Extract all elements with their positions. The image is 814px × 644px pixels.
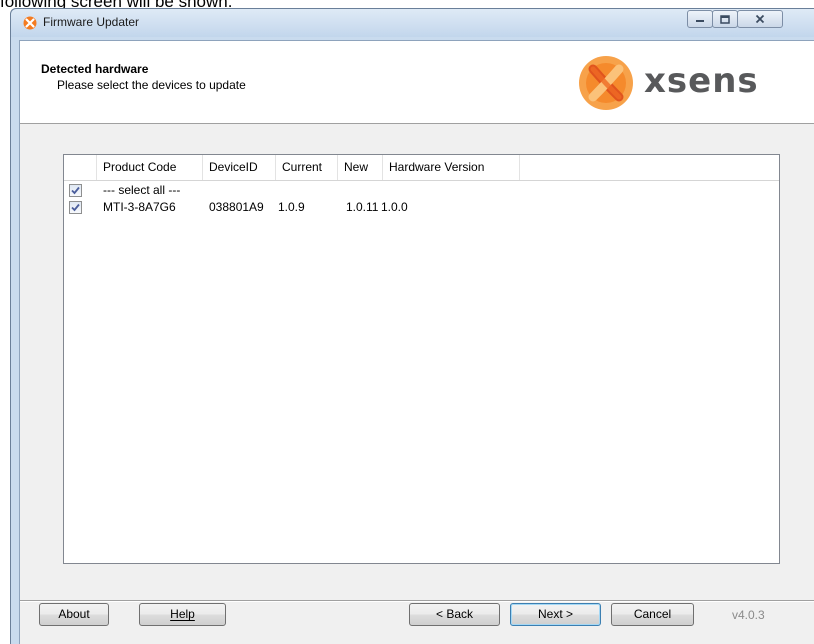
current-version-cell: 1.0.9 xyxy=(278,200,305,214)
device-id-cell: 038801A9 xyxy=(209,200,264,214)
checkmark-icon xyxy=(71,203,80,212)
wizard-header: Detected hardware Please select the devi… xyxy=(20,41,814,124)
page-subtitle: Please select the devices to update xyxy=(57,78,246,92)
checkmark-icon xyxy=(71,186,80,195)
device-list[interactable]: Product Code DeviceID Current New Hardwa… xyxy=(63,154,780,564)
new-version-cell: 1.0.11 xyxy=(346,200,379,214)
column-hardware-version[interactable]: Hardware Version xyxy=(383,155,520,180)
xsens-logo-icon xyxy=(579,56,633,110)
page-title: Detected hardware xyxy=(41,62,149,76)
xsens-logo-text: xsens xyxy=(644,61,759,101)
help-button-label: Help xyxy=(170,607,195,621)
list-item-device[interactable]: MTI-3-8A7G6 038801A9 1.0.9 1.0.11 1.0.0 xyxy=(64,199,779,215)
column-product-code[interactable]: Product Code xyxy=(97,155,203,180)
minimize-icon xyxy=(696,20,704,22)
device-checkbox[interactable] xyxy=(69,201,82,214)
minimize-button[interactable] xyxy=(687,10,713,28)
footer-divider xyxy=(20,600,814,602)
version-label: v4.0.3 xyxy=(732,608,765,622)
select-all-checkbox[interactable] xyxy=(69,184,82,197)
cancel-button[interactable]: Cancel xyxy=(611,603,694,626)
next-button[interactable]: Next > xyxy=(510,603,601,626)
maximize-icon xyxy=(720,14,730,24)
firmware-updater-window: Firmware Updater Detected hardware Pleas… xyxy=(10,8,814,644)
xsens-app-icon xyxy=(23,16,37,30)
maximize-button[interactable] xyxy=(712,10,738,28)
close-icon xyxy=(755,14,765,24)
product-code-cell: MTI-3-8A7G6 xyxy=(103,200,176,214)
close-button[interactable] xyxy=(737,10,783,28)
window-title: Firmware Updater xyxy=(43,15,140,29)
column-checkbox[interactable] xyxy=(64,155,97,180)
about-button[interactable]: About xyxy=(39,603,109,626)
help-button[interactable]: Help xyxy=(139,603,226,626)
list-item-select-all[interactable]: --- select all --- xyxy=(64,182,779,198)
wizard-body: Detected hardware Please select the devi… xyxy=(19,40,814,644)
column-new[interactable]: New xyxy=(338,155,383,180)
column-device-id[interactable]: DeviceID xyxy=(203,155,276,180)
hardware-version-cell: 1.0.0 xyxy=(381,200,408,214)
column-current[interactable]: Current xyxy=(276,155,338,180)
title-bar[interactable]: Firmware Updater xyxy=(11,9,814,37)
device-list-header: Product Code DeviceID Current New Hardwa… xyxy=(64,155,779,181)
back-button[interactable]: < Back xyxy=(409,603,500,626)
product-code-cell: --- select all --- xyxy=(103,183,181,197)
